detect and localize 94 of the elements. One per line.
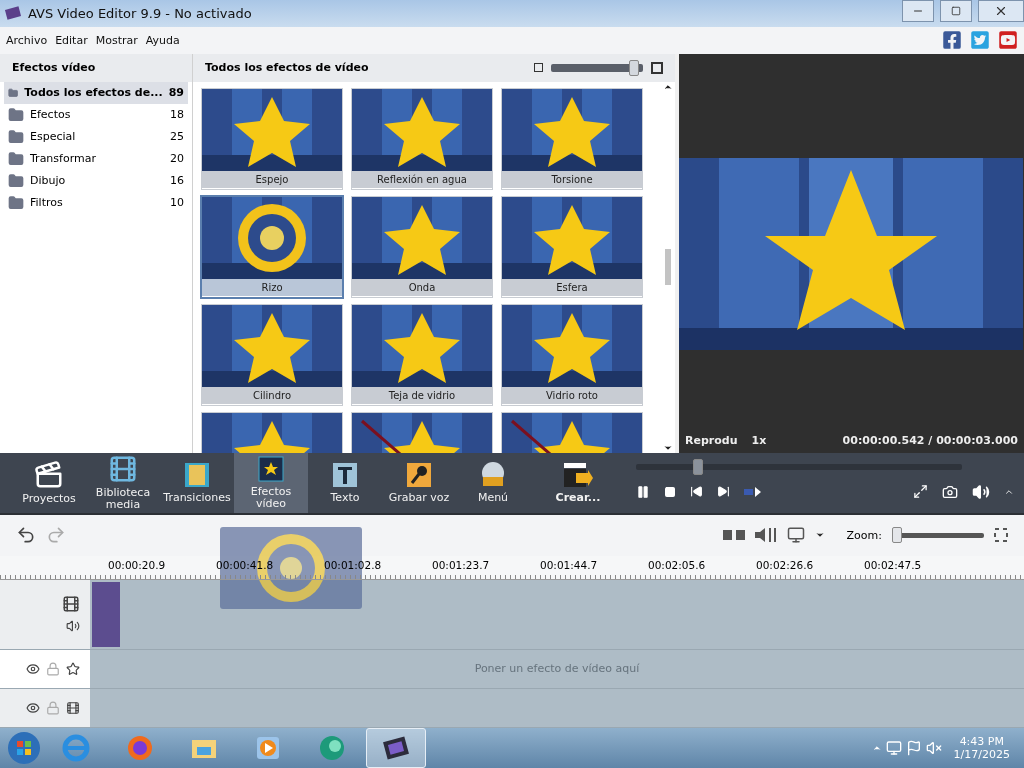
menu-item[interactable]: Editar [55,33,88,47]
play-icon [255,735,281,761]
effect-card[interactable]: Rizo [201,195,343,298]
drop-hint: Poner un efecto de vídeo aquí [474,662,640,676]
taskbar-app[interactable] [366,728,426,768]
size-slider[interactable] [551,59,643,76]
large-square-icon [651,61,663,74]
category-item[interactable]: Efectos 18 [4,103,188,126]
maximize-button[interactable] [940,0,972,22]
time-tick: 00:01:44.7 [540,558,599,573]
panel-title: Efectos vídeo [0,53,192,82]
menu-item[interactable]: Ayuda [145,33,180,47]
youtube-icon[interactable] [998,30,1018,51]
zoom-label: Zoom: [846,528,882,542]
camera-icon[interactable] [942,483,958,500]
time-tick: 00:02:05.6 [648,558,707,573]
browser-icon [61,733,91,763]
playback-mode: Reprodu [685,434,738,448]
stop-icon[interactable] [664,485,676,498]
previous-icon[interactable] [690,485,703,499]
next-icon[interactable] [717,485,730,499]
toolbar-button[interactable]: Grabar voz [382,452,456,513]
time-tick: 00:02:26.6 [756,558,815,573]
toolbar-button[interactable]: Menú [456,452,530,513]
split-icon[interactable] [722,529,745,542]
toolbar-button[interactable]: Efectos vídeo [234,452,308,513]
effect-card[interactable]: Vidrio roto [501,303,643,406]
browser-icon [125,733,155,763]
window-title: AVS Video Editor 9.9 - No activado [28,5,253,21]
toolbar-button[interactable]: Texto [308,452,382,513]
facebook-icon[interactable] [942,30,962,51]
eye-icon[interactable] [26,662,40,676]
toolbar-button[interactable]: Biblioteca media [86,452,160,513]
effect-card[interactable]: Reflexión en agua [351,87,493,190]
toolbar-button[interactable]: Transiciones [160,452,234,513]
audio-settings-icon[interactable] [754,527,777,544]
folder-icon [8,106,24,123]
category-item[interactable]: Filtros 10 [4,191,188,214]
film-icon [62,595,80,614]
category-item[interactable]: Todos los efectos de... 89 [4,81,188,104]
pause-icon[interactable] [636,484,650,499]
menu-item[interactable]: Mostrar [95,33,138,47]
film-icon [66,701,80,715]
category-item[interactable]: Dibujo 16 [4,169,188,192]
effect-card[interactable]: Teja de vidrio [351,303,493,406]
start-button[interactable] [6,730,42,766]
speaker-icon [66,619,80,634]
film-icon [183,461,211,490]
star-icon [66,662,80,676]
film-icon [108,454,138,485]
seek-slider[interactable] [636,458,962,475]
menu-item[interactable]: Archivo [6,33,48,47]
app-icon [317,733,347,763]
close-icon [994,4,1008,18]
tray-caret-icon[interactable] [871,743,882,753]
time-tick: 00:02:47.5 [864,558,923,573]
twitter-icon[interactable] [970,30,990,51]
flag-icon[interactable] [905,740,922,756]
category-item[interactable]: Especial 25 [4,125,188,148]
play-icon[interactable] [744,485,762,498]
fullscreen-icon[interactable] [913,484,928,500]
letter-icon [331,461,359,490]
video-clip[interactable] [92,582,120,647]
monitor-icon[interactable] [786,526,805,545]
scrollbar-thumb[interactable] [664,249,671,286]
speed-label: 1x [751,434,767,448]
toolbar-button[interactable]: Proyectos [12,452,86,513]
muted-speaker-icon[interactable] [925,740,942,756]
clapperboard-icon [562,461,594,490]
fit-icon[interactable] [994,528,1008,543]
effect-card[interactable]: Cilindro [201,303,343,406]
category-item[interactable]: Transformar 20 [4,147,188,170]
small-square-icon [534,63,543,73]
volume-icon[interactable] [972,482,990,501]
folder-icon [8,150,24,167]
effect-card[interactable]: Torsione [501,87,643,190]
time-readout: 00:00:00.542 / 00:00:03.000 [842,434,1018,448]
folder-icon [8,172,24,189]
folder-icon [8,194,24,211]
toolbar-button[interactable]: Crear... [530,452,626,513]
microphone-icon [405,461,433,490]
clapperboard-icon [34,460,64,491]
effect-card[interactable]: Onda [351,195,493,298]
time-tick: 00:01:23.7 [432,558,491,573]
time-tick: 00:00:20.9 [108,558,167,573]
network-icon[interactable] [885,740,902,756]
zoom-slider[interactable] [892,527,984,544]
maximize-icon [951,6,961,16]
effect-card[interactable]: Espejo [201,87,343,190]
panel-title: Todos los efectos de vídeo [205,61,370,75]
undo-icon[interactable] [16,525,36,546]
effect-card[interactable]: Esfera [501,195,643,298]
eye-icon[interactable] [26,701,40,715]
folder-icon [8,128,24,145]
